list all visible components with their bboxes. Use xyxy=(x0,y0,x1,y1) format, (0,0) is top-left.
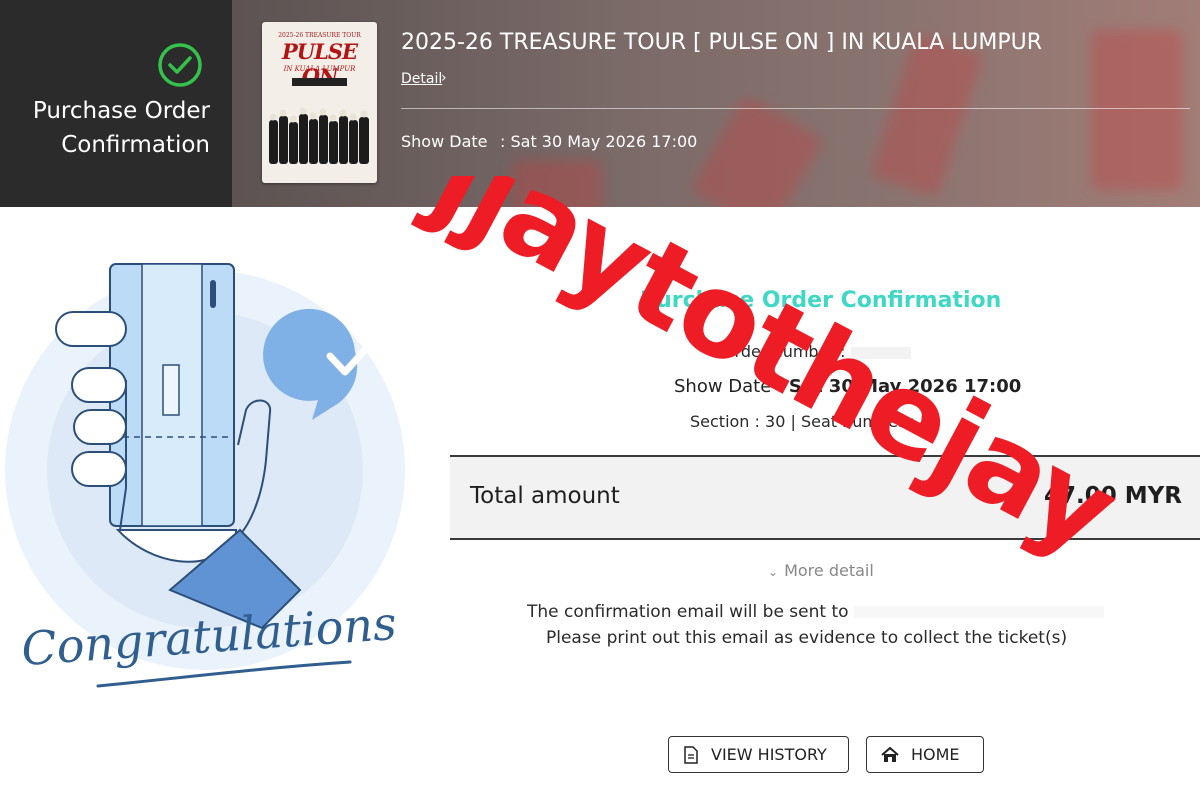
more-detail-toggle[interactable]: ⌄ More detail xyxy=(768,561,874,580)
seat-value: E1 xyxy=(920,412,941,431)
email-notice-text: The confirmation email will be sent to xyxy=(527,602,849,622)
chevron-right-icon: › xyxy=(441,70,447,86)
total-amount-label: Total amount xyxy=(470,483,620,509)
banner-decoration xyxy=(690,94,824,207)
poster-subtitle: IN KUALA LUMPUR xyxy=(283,65,356,73)
poster-caption: 2025-26 TREASURE TOUR xyxy=(278,32,361,39)
ticket-hand-illustration: Congratulations xyxy=(5,263,405,688)
banner-decoration xyxy=(1092,30,1182,190)
event-header: Purchase Order Confirmation 2025-26 TREA… xyxy=(0,0,1200,207)
email-redacted xyxy=(853,606,1104,618)
more-detail-label: More detail xyxy=(784,561,874,580)
page-title-line1: Purchase Order xyxy=(32,98,210,124)
show-date-line: Show Date : Sat 30 May 2026 17:00 xyxy=(674,376,1021,397)
chevron-down-icon: ⌄ xyxy=(768,565,779,579)
page-title: Purchase Order Confirmation xyxy=(10,94,210,162)
show-date-label: Show Date xyxy=(401,132,488,151)
order-number-redacted xyxy=(850,346,911,359)
section-label: Section : xyxy=(690,412,766,431)
event-poster[interactable]: 2025-26 TREASURE TOUR PULSE ON IN KUALA … xyxy=(262,22,377,183)
confirmation-page: Purchase Order Confirmation 2025-26 TREA… xyxy=(0,0,1200,808)
seat-label: | Seat number : xyxy=(785,412,921,431)
home-label: HOME xyxy=(911,745,960,764)
home-icon xyxy=(881,746,899,762)
total-amount-box: Total amount 47.00 MYR xyxy=(450,455,1200,540)
banner-decoration xyxy=(870,32,984,198)
show-date-value-2: Sat 30 May 2026 17:00 xyxy=(788,376,1022,397)
page-title-line2: Confirmation xyxy=(61,132,210,158)
email-notice: The confirmation email will be sent to xyxy=(527,602,1104,622)
home-button[interactable]: HOME xyxy=(866,736,984,773)
event-title: 2025-26 TREASURE TOUR [ PULSE ON ] IN KU… xyxy=(401,30,1043,55)
order-number-line: Order number : xyxy=(722,342,911,361)
print-notice: Please print out this email as evidence … xyxy=(546,628,1068,648)
seat-info-line: Section : 30 | Seat number : E1 xyxy=(690,412,940,431)
poster-group-photo xyxy=(269,107,369,164)
total-amount-value: 47.00 MYR xyxy=(1043,483,1182,509)
header-divider xyxy=(401,108,1190,109)
show-date-label-2: Show Date : xyxy=(674,376,789,397)
poster-band xyxy=(292,78,347,86)
document-icon xyxy=(684,745,698,764)
banner-decoration xyxy=(512,160,602,207)
confirmation-title: Purchase Order Confirmation xyxy=(640,288,1002,313)
show-date-value: : Sat 30 May 2026 17:00 xyxy=(500,132,698,151)
detail-link[interactable]: Detail xyxy=(401,71,442,87)
view-history-button[interactable]: VIEW HISTORY xyxy=(668,736,849,773)
order-number-label: Order number : xyxy=(722,342,846,361)
section-value: 30 xyxy=(765,412,786,431)
view-history-label: VIEW HISTORY xyxy=(711,745,827,764)
check-circle-icon xyxy=(158,43,202,87)
watermark: jjaytothejay xyxy=(409,176,1122,580)
header-left-panel: Purchase Order Confirmation xyxy=(0,0,232,207)
